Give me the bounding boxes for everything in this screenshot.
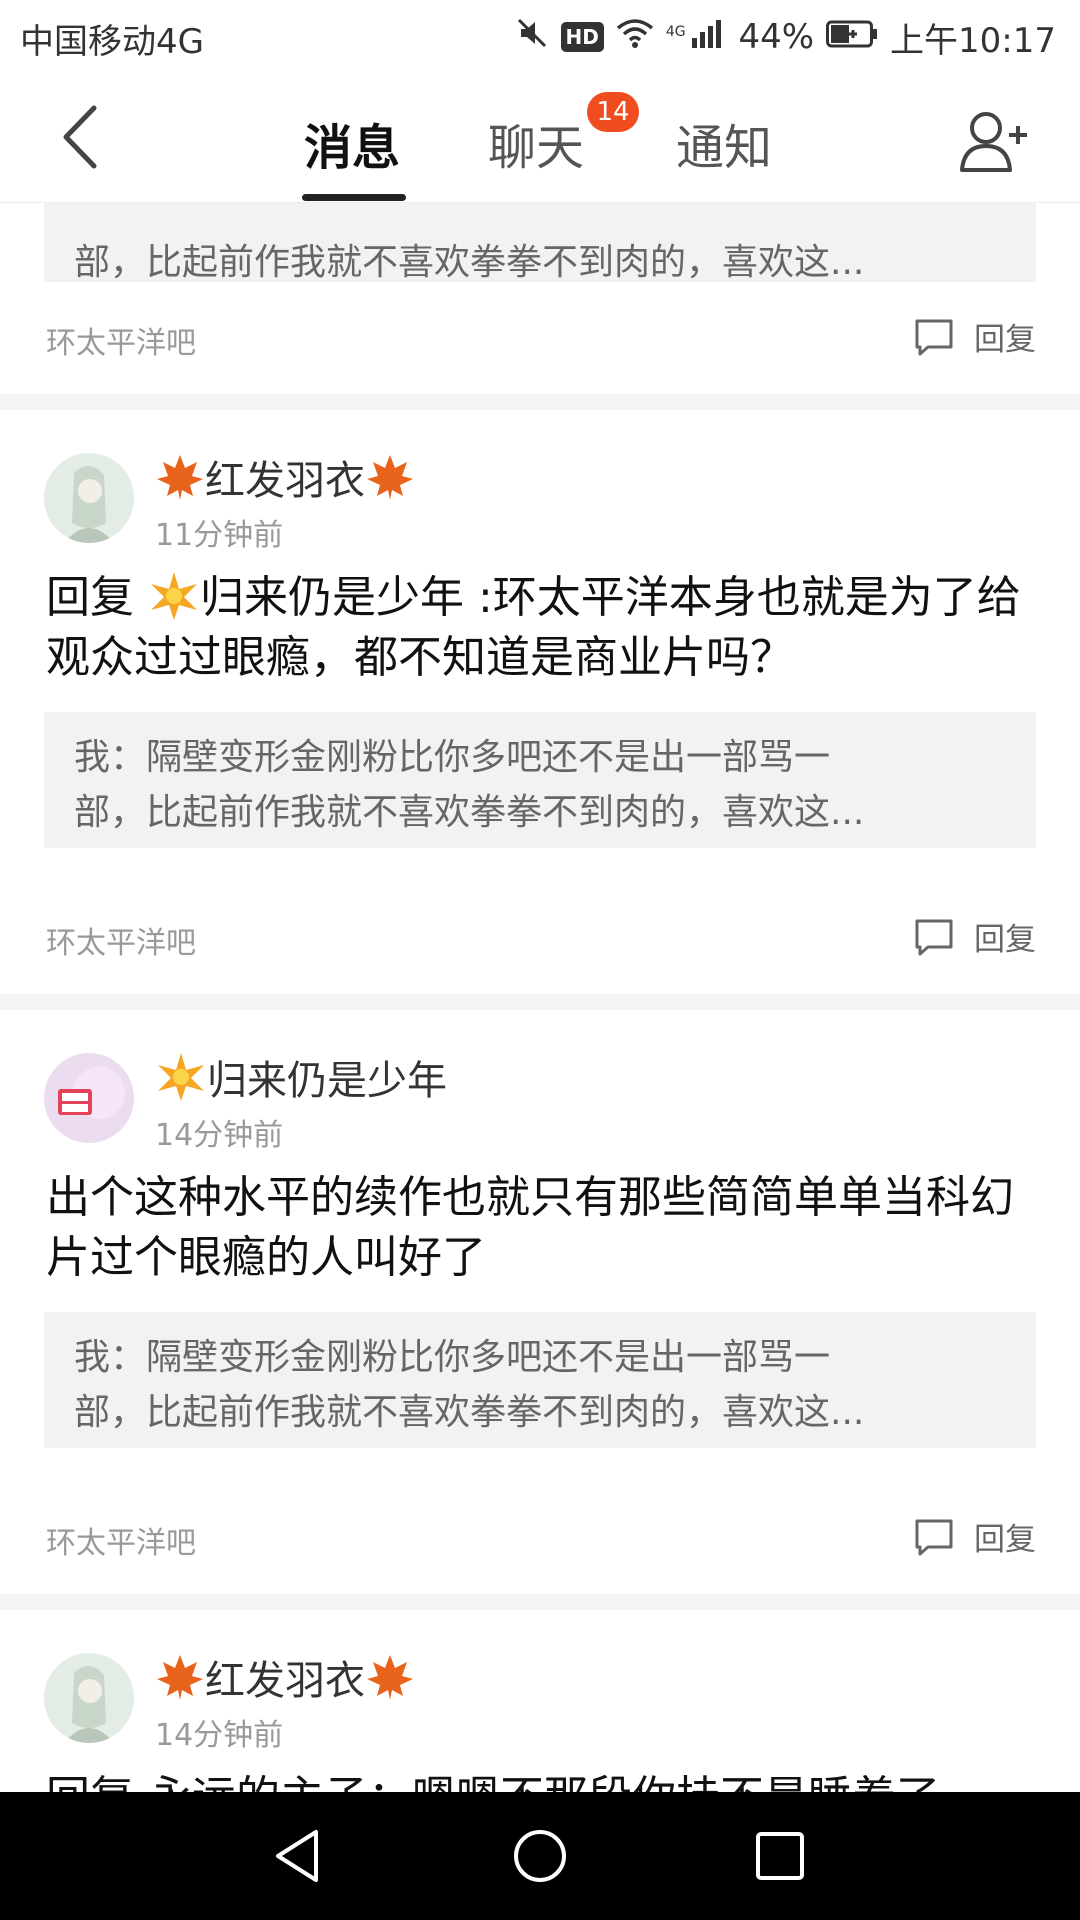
status-icons: HD 4G 44% 上午10:17 bbox=[515, 12, 1056, 62]
feed-card[interactable]: 红发羽衣 14分钟前 回复 永远的主子：嗯嗯不那段你挂不是睡着了 bbox=[0, 1610, 1080, 1792]
timestamp: 14分钟前 bbox=[155, 1118, 284, 1153]
status-bar: 中国移动4G HD 4G 44% 上午10:17 bbox=[0, 0, 1080, 74]
username[interactable]: 红发羽衣 bbox=[155, 1648, 415, 1706]
avatar[interactable] bbox=[44, 1053, 134, 1143]
maple-leaf-icon bbox=[157, 455, 203, 500]
message-content[interactable]: 回复 归来仍是少年 :环太平洋本身也就是为了给观众过过眼瘾，都不知道是商业片吗？ bbox=[46, 568, 1036, 688]
reply-button[interactable]: 回复 bbox=[914, 914, 1036, 959]
username[interactable]: 归来仍是少年 bbox=[155, 1048, 447, 1106]
tab-chat[interactable]: 聊天 bbox=[488, 108, 584, 178]
feed-card[interactable]: 红发羽衣 11分钟前 回复 归来仍是少年 :环太平洋本身也就是为了给观众过过眼瘾… bbox=[0, 410, 1080, 994]
avatar[interactable] bbox=[44, 1653, 134, 1743]
battery-percent: 44% bbox=[738, 17, 815, 57]
comment-icon bbox=[915, 319, 953, 355]
timestamp: 11分钟前 bbox=[155, 518, 284, 553]
forum-name[interactable]: 环太平洋吧 bbox=[46, 318, 196, 362]
star-emoji-icon bbox=[158, 1053, 204, 1101]
square-recents-icon bbox=[756, 1832, 804, 1880]
reply-label: 回复 bbox=[974, 922, 1036, 958]
avatar[interactable] bbox=[44, 453, 134, 543]
message-content[interactable]: 出个这种水平的续作也就只有那些简简单单当科幻片过个眼瘾的人叫好了 bbox=[46, 1168, 1036, 1288]
maple-leaf-icon bbox=[367, 455, 413, 500]
username[interactable]: 红发羽衣 bbox=[155, 448, 415, 506]
add-user-icon bbox=[960, 112, 1027, 172]
maple-leaf-icon bbox=[367, 1655, 413, 1700]
quoted-text-line bbox=[74, 202, 1006, 235]
chat-unread-badge: 14 bbox=[587, 92, 639, 132]
quoted-text-line: 部，比起前作我就不喜欢拳拳不到肉的，喜欢这... bbox=[74, 1392, 865, 1433]
mention[interactable]: 归来仍是少年 bbox=[200, 572, 464, 623]
tab-messages[interactable]: 消息 bbox=[304, 108, 400, 178]
add-friend-button[interactable] bbox=[960, 110, 1030, 174]
circle-home-icon bbox=[514, 1830, 566, 1882]
nav-home-button[interactable] bbox=[510, 1826, 570, 1886]
active-tab-indicator bbox=[302, 194, 406, 201]
feed-card[interactable]: 部，比起前作我就不喜欢拳拳不到肉的，喜欢这... 环太平洋吧 回复 bbox=[0, 202, 1080, 394]
quoted-post[interactable]: 部，比起前作我就不喜欢拳拳不到肉的，喜欢这... bbox=[44, 202, 1036, 282]
forum-name[interactable]: 环太平洋吧 bbox=[46, 1518, 196, 1562]
hd-icon: HD bbox=[560, 22, 604, 52]
cell-signal-icon: 4G bbox=[666, 17, 727, 57]
clock: 上午10:17 bbox=[890, 20, 1056, 61]
comment-icon bbox=[915, 919, 953, 955]
quoted-post[interactable]: 我：隔壁变形金刚粉比你多吧还不是出一部骂一 部，比起前作我就不喜欢拳拳不到肉的，… bbox=[44, 712, 1036, 848]
reply-label: 回复 bbox=[974, 322, 1036, 358]
quoted-post[interactable]: 我：隔壁变形金刚粉比你多吧还不是出一部骂一 部，比起前作我就不喜欢拳拳不到肉的，… bbox=[44, 1312, 1036, 1448]
timestamp: 14分钟前 bbox=[155, 1718, 284, 1753]
nav-back-button[interactable] bbox=[270, 1826, 330, 1886]
message-feed[interactable]: 部，比起前作我就不喜欢拳拳不到肉的，喜欢这... 环太平洋吧 回复 红发羽衣 1… bbox=[0, 202, 1080, 1792]
reply-button[interactable]: 回复 bbox=[914, 314, 1036, 359]
maple-leaf-icon bbox=[157, 1655, 203, 1700]
mute-icon bbox=[515, 16, 549, 59]
battery-icon bbox=[826, 17, 878, 57]
top-nav: 消息 聊天 14 通知 bbox=[0, 74, 1080, 203]
forum-name[interactable]: 环太平洋吧 bbox=[46, 918, 196, 962]
reply-button[interactable]: 回复 bbox=[914, 1514, 1036, 1559]
quoted-text-line: 部，比起前作我就不喜欢拳拳不到肉的，喜欢这... bbox=[74, 242, 865, 282]
nav-recents-button[interactable] bbox=[750, 1826, 810, 1886]
star-emoji-icon bbox=[151, 572, 197, 620]
feed-card[interactable]: 归来仍是少年 14分钟前 出个这种水平的续作也就只有那些简简单单当科幻片过个眼瘾… bbox=[0, 1010, 1080, 1594]
carrier-label: 中国移动4G bbox=[20, 22, 204, 62]
quoted-text-line: 我：隔壁变形金刚粉比你多吧还不是出一部骂一 bbox=[74, 1337, 831, 1378]
tab-bar: 消息 聊天 14 通知 bbox=[0, 74, 1080, 202]
message-content[interactable]: 回复 永远的主子：嗯嗯不那段你挂不是睡着了 bbox=[46, 1768, 1036, 1792]
tab-notifications[interactable]: 通知 bbox=[676, 108, 772, 178]
reply-label: 回复 bbox=[974, 1522, 1036, 1558]
comment-icon bbox=[915, 1519, 953, 1555]
quoted-text-line: 我：隔壁变形金刚粉比你多吧还不是出一部骂一 bbox=[74, 737, 831, 778]
triangle-back-icon bbox=[276, 1830, 318, 1882]
wifi-icon bbox=[616, 17, 654, 57]
quoted-text-line: 部，比起前作我就不喜欢拳拳不到肉的，喜欢这... bbox=[74, 792, 865, 833]
system-nav-bar bbox=[0, 1792, 1080, 1920]
